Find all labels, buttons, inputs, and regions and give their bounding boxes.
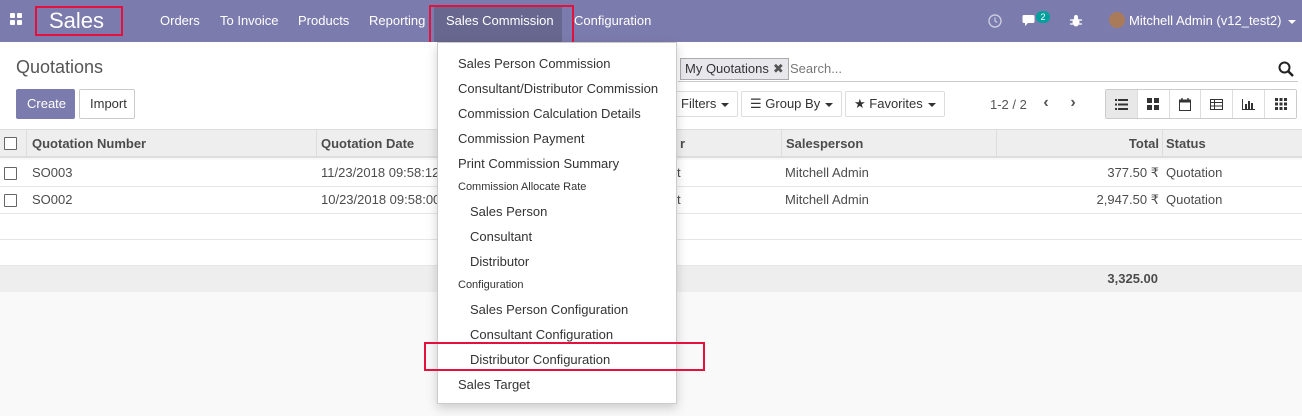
cell-total: 2,947.50 ₹ [1096,192,1160,207]
pager-value[interactable]: 1-2 / 2 [990,97,1027,112]
column-divider [316,130,317,158]
cell-status: Quotation [1166,165,1223,180]
filters-caret-icon [721,102,730,107]
cell-quotation-date: 10/23/2018 09:58:00 [321,192,437,207]
cell-salesperson: Mitchell Admin [785,165,869,180]
page-title: Quotations [16,57,104,77]
activity-clock-icon[interactable] [988,0,1002,42]
menuitem-commission-calculation-details[interactable]: Commission Calculation Details [458,101,641,126]
cell-quotation-number: SO002 [32,192,73,207]
menuitem-consultant-distributor-commission[interactable]: Consultant/Distributor Commission [458,76,658,101]
menu-to-invoice[interactable]: To Invoice [220,0,279,42]
view-switcher [1105,89,1297,119]
graph-view-icon[interactable] [1233,90,1266,118]
groupby-dropdown[interactable]: ☰ Group By [741,91,843,117]
menu-header-configuration: Configuration [458,279,524,291]
footer-total: 3,325.00 [1107,271,1158,286]
groupby-bars-icon: ☰ [750,96,762,111]
pager-previous-icon[interactable]: ‹ [1037,94,1055,114]
column-divider [781,130,782,158]
favorites-dropdown[interactable]: ★ Favorites [845,91,945,117]
cell-quotation-number: SO003 [32,165,73,180]
highlight-box-sales-commission [429,5,574,46]
menuitem-sales-person[interactable]: Sales Person [470,199,547,224]
menu-orders[interactable]: Orders [160,0,200,42]
user-menu-name[interactable]: Mitchell Admin (v12_test2) [1129,0,1281,42]
pager-next-icon[interactable]: › [1064,94,1082,114]
app-brand[interactable]: Sales [35,6,123,36]
user-avatar[interactable] [1109,12,1125,28]
column-divider [996,130,997,158]
menu-header-commission-allocate-rate: Commission Allocate Rate [458,181,587,193]
menuitem-sales-person-commission[interactable]: Sales Person Commission [458,51,610,76]
create-button[interactable]: Create [16,89,75,119]
filters-label: Filters [681,96,717,111]
menuitem-distributor[interactable]: Distributor [470,249,529,274]
groupby-caret-icon [825,102,834,107]
search-facet[interactable]: My Quotations ✖ [680,58,789,80]
pivot-view-icon[interactable] [1201,90,1234,118]
menu-reporting[interactable]: Reporting [369,0,425,42]
cell-quotation-date: 11/23/2018 09:58:12 [321,165,437,180]
list-view-icon[interactable] [1106,90,1138,118]
cell-status: Quotation [1166,192,1223,207]
messages-icon[interactable] [1022,0,1038,42]
highlight-box-distributor-configuration [424,342,705,371]
user-menu-caret-icon[interactable] [1288,0,1296,42]
menu-configuration[interactable]: Configuration [574,0,651,42]
cell-salesperson: Mitchell Admin [785,192,869,207]
search-facet-label: My Quotations [685,61,769,76]
cell-total: 377.50 ₹ [1107,165,1159,180]
menu-products[interactable]: Products [298,0,349,42]
search-icon[interactable] [1278,61,1294,77]
menuitem-print-commission-summary[interactable]: Print Commission Summary [458,151,619,176]
favorites-label: Favorites [869,96,923,111]
filters-dropdown[interactable]: Filters [672,91,739,117]
debug-bug-icon[interactable] [1069,0,1083,42]
apps-menu-icon[interactable] [10,13,23,26]
column-total[interactable]: Total [1000,130,1159,156]
messages-count-badge: 2 [1036,11,1050,23]
row-checkbox[interactable] [4,194,17,207]
search-input[interactable]: Search... [790,61,842,76]
menuitem-sales-target[interactable]: Sales Target [458,372,530,397]
facet-remove-icon[interactable]: ✖ [773,61,784,76]
favorites-caret-icon [927,102,936,107]
grid-view-icon[interactable] [1265,90,1296,118]
kanban-view-icon[interactable] [1138,90,1170,118]
column-divider [1162,130,1163,158]
cell-customer: t [677,165,681,180]
menuitem-commission-payment[interactable]: Commission Payment [458,126,584,151]
favorites-star-icon: ★ [854,96,866,111]
cell-customer: t [677,192,681,207]
menuitem-consultant[interactable]: Consultant [470,224,532,249]
column-divider [26,130,27,158]
select-all-checkbox[interactable] [4,137,17,150]
column-status[interactable]: Status [1166,130,1206,156]
import-button[interactable]: Import [79,89,135,119]
main-navbar: Sales Orders To Invoice Products Reporti… [0,0,1302,46]
column-salesperson[interactable]: Salesperson [786,130,863,156]
search-bar[interactable]: My Quotations ✖ Search... [678,56,1298,82]
column-customer[interactable]: r [680,130,685,156]
column-quotation-number[interactable]: Quotation Number [32,130,146,156]
menuitem-sales-person-configuration[interactable]: Sales Person Configuration [470,297,628,322]
row-checkbox[interactable] [4,167,17,180]
calendar-view-icon[interactable] [1170,90,1202,118]
groupby-label: Group By [765,96,821,111]
column-quotation-date[interactable]: Quotation Date [321,130,414,156]
